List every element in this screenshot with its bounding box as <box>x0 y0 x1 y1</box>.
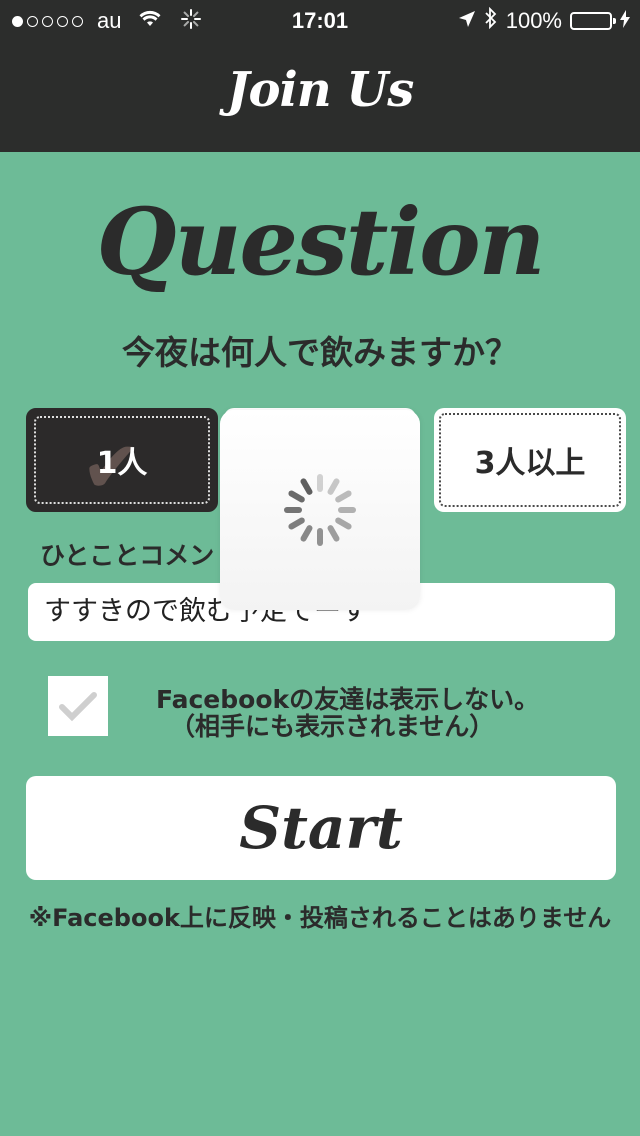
option-1-person-button[interactable]: ✔ 1人 <box>26 408 218 512</box>
page-title: Question <box>96 188 545 296</box>
bluetooth-icon <box>484 6 498 35</box>
battery-percent: 100% <box>505 8 562 33</box>
option-label: 3人以上 <box>474 446 586 481</box>
charging-icon <box>620 8 630 34</box>
spinner-spoke <box>317 474 323 492</box>
checkbox-sublabel: （相手にも表示されません） <box>170 712 495 741</box>
spinner-spoke <box>287 489 306 504</box>
spinner-spoke <box>334 516 353 531</box>
status-bar: au 17:01 100% <box>0 0 640 40</box>
nav-title: Join Us <box>226 62 414 118</box>
spinner-spoke <box>299 524 314 543</box>
location-arrow-icon <box>458 8 476 34</box>
spinner-spoke <box>284 507 302 513</box>
hide-friends-checkbox[interactable] <box>48 676 108 736</box>
loading-overlay <box>220 410 420 610</box>
spinner-spoke <box>317 528 323 546</box>
spinner-spoke <box>338 507 356 513</box>
question-text: 今夜は何人で飲みますか？ <box>122 333 518 372</box>
notice-text: ※Facebook上に反映・投稿されることはありません <box>28 904 612 932</box>
checkmark-icon <box>59 692 97 722</box>
status-right: 100% <box>458 6 630 35</box>
navigation-bar: Join Us <box>0 40 640 152</box>
spinner-spoke <box>326 524 341 543</box>
start-button[interactable]: Start <box>26 776 616 880</box>
battery-icon <box>570 12 616 30</box>
spinner-spoke <box>287 516 306 531</box>
comment-label: ひとことコメン <box>40 541 215 570</box>
spinner-spoke <box>326 477 341 496</box>
option-3-plus-button[interactable]: 3人以上 <box>434 408 626 512</box>
spinner-spoke <box>299 477 314 496</box>
option-label: 1人 <box>96 446 148 481</box>
spinner-spoke <box>334 489 353 504</box>
